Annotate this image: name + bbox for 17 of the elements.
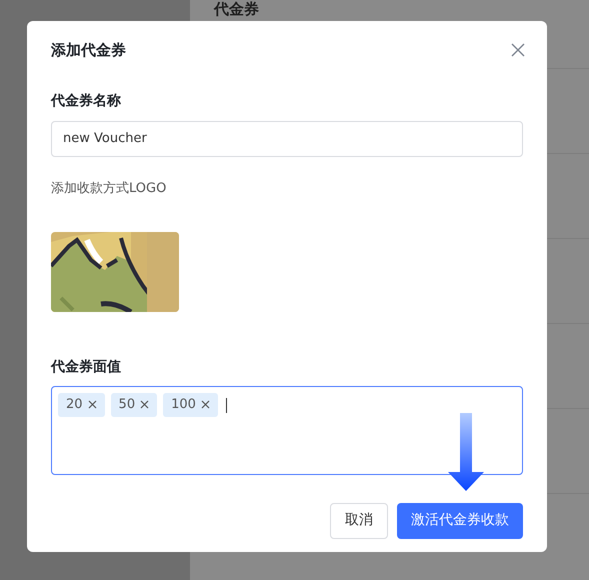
field-label: 添加收款方式LOGO xyxy=(51,180,168,198)
activate-button[interactable]: 激活代金券收款 xyxy=(397,502,523,538)
page-heading: 代金券 xyxy=(214,1,259,17)
cancel-button[interactable]: 取消 xyxy=(330,502,388,538)
dialog-title: 添加代金券 xyxy=(51,40,126,61)
amount-tag: 100 xyxy=(163,392,218,416)
remove-icon[interactable] xyxy=(200,400,210,409)
amount-tag: 50 xyxy=(110,392,158,416)
name-input-field[interactable]: new Voucher xyxy=(51,121,523,157)
amount-tag-field[interactable]: 20 50 100 xyxy=(51,386,523,474)
field-label: 代金券名称 xyxy=(51,92,122,111)
field-label: 代金券面值 xyxy=(51,358,122,376)
close-icon[interactable] xyxy=(511,43,525,57)
text-cursor xyxy=(226,398,227,412)
amount-tag: 20 xyxy=(58,392,105,416)
remove-icon[interactable] xyxy=(140,400,150,409)
remove-icon[interactable] xyxy=(88,400,97,409)
